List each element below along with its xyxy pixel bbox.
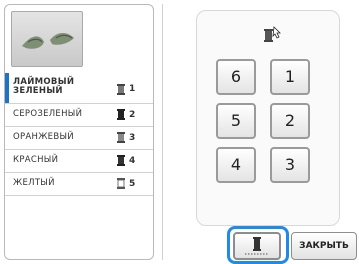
needle-button-6[interactable]: 6	[216, 59, 256, 95]
needle-selection-panel: 6 1 5 2 4 3 ЗАКРЫТЬ	[162, 4, 359, 264]
spool-icon	[117, 155, 125, 166]
thread-spool-button[interactable]	[233, 232, 281, 260]
spool-icon	[117, 178, 125, 189]
needle-button-1[interactable]: 1	[270, 59, 310, 95]
thread-name: СЕРОЗЕЛЕНЫЙ	[13, 109, 83, 119]
needle-number: 5	[129, 179, 136, 189]
thread-name: КРАСНЫЙ	[13, 155, 59, 165]
design-preview	[11, 11, 83, 67]
spool-icon	[117, 84, 125, 95]
thread-row[interactable]: СЕРОЗЕЛЕНЫЙ 2	[5, 104, 153, 127]
thread-name: ЛАЙМОВЫЙ ЗЕЛЕНЫЙ	[13, 77, 75, 96]
needle-button-5[interactable]: 5	[216, 103, 256, 139]
spool-icon	[117, 109, 125, 120]
needle-button-2[interactable]: 2	[270, 103, 310, 139]
thread-row[interactable]: ЖЕЛТЫЙ 5	[5, 173, 153, 196]
thread-list-panel: ЛАЙМОВЫЙ ЗЕЛЕНЫЙ 1 СЕРОЗЕЛЕНЫЙ 2 ОРАНЖЕВ…	[4, 4, 154, 260]
spool-cursor-icon	[264, 26, 281, 42]
selected-indicator	[5, 73, 9, 103]
needle-number: 2	[129, 110, 136, 120]
needle-grid: 6 1 5 2 4 3	[196, 10, 340, 226]
spool-icon	[117, 132, 125, 143]
thread-row[interactable]: ЛАЙМОВЫЙ ЗЕЛЕНЫЙ 1	[5, 73, 153, 104]
needle-number: 3	[129, 133, 136, 143]
needle-button-3[interactable]: 3	[270, 147, 310, 183]
thread-name: ОРАНЖЕВЫЙ	[13, 132, 74, 142]
close-button[interactable]: ЗАКРЫТЬ	[291, 232, 357, 260]
spool-icon	[245, 237, 269, 255]
thread-name: ЖЕЛТЫЙ	[13, 178, 55, 188]
needle-number: 1	[129, 84, 136, 94]
embroidery-thread-panel: ЛАЙМОВЫЙ ЗЕЛЕНЫЙ 1 СЕРОЗЕЛЕНЫЙ 2 ОРАНЖЕВ…	[0, 0, 359, 264]
design-preview-icon	[22, 33, 74, 49]
thread-list: ЛАЙМОВЫЙ ЗЕЛЕНЫЙ 1 СЕРОЗЕЛЕНЫЙ 2 ОРАНЖЕВ…	[5, 73, 153, 196]
thread-row[interactable]: ОРАНЖЕВЫЙ 3	[5, 127, 153, 150]
needle-button-4[interactable]: 4	[216, 147, 256, 183]
footer-bar: ЗАКРЫТЬ	[163, 226, 359, 264]
thread-row[interactable]: КРАСНЫЙ 4	[5, 150, 153, 173]
needle-number: 4	[129, 156, 136, 166]
